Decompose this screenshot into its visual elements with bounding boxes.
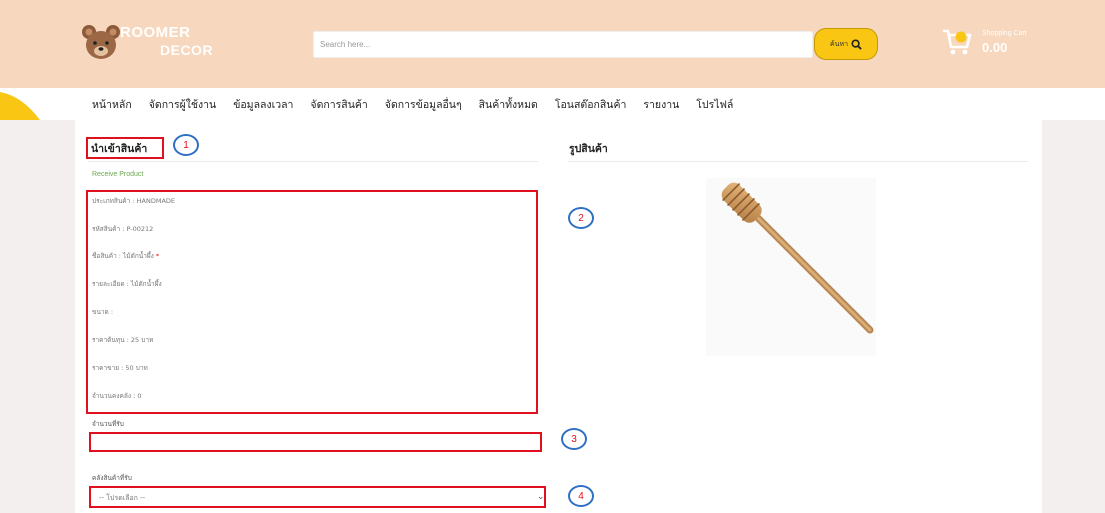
annotation-badge-3: 3	[561, 428, 587, 450]
annotation-box-2	[86, 190, 538, 414]
search-button-label: ค้นหา	[829, 40, 848, 48]
field-size: ขนาด :	[92, 308, 114, 316]
cart-icon	[943, 29, 972, 55]
nav-item-home[interactable]: หน้าหลัก	[92, 96, 132, 113]
product-image	[706, 178, 876, 356]
search-button[interactable]: ค้นหา	[814, 28, 878, 60]
field-sale-price: ราคาขาย : 50 บาท	[92, 364, 148, 372]
title-divider	[88, 161, 538, 162]
nav-item-stock-transfer[interactable]: โอนสต๊อกสินค้า	[555, 96, 627, 113]
shopping-cart[interactable]: Shopping Cart 0.00	[940, 25, 1050, 65]
annotation-badge-2: 2	[568, 207, 594, 229]
required-mark: *	[155, 252, 160, 260]
brand-line-2: DECOR	[160, 42, 214, 58]
field-category: ประเภทสินค้า : HANDMADE	[92, 197, 175, 205]
brand-line-1: ROOMER	[120, 24, 191, 41]
honey-dipper-image	[721, 182, 874, 334]
annotation-badge-4: 4	[568, 485, 594, 507]
annotation-badge-1: 1	[173, 134, 199, 156]
cart-label: Shopping Cart	[982, 30, 1027, 37]
search-input[interactable]: Search here...	[313, 31, 813, 58]
logo[interactable]: ROOMER DECOR	[80, 22, 240, 66]
image-section-title: รูปสินค้า	[569, 143, 608, 155]
nav-item-users[interactable]: จัดการผู้ใช้งาน	[149, 96, 216, 113]
field-product-name-text: ชื่อสินค้า : ไม้ตักน้ำผึ้ง	[92, 252, 154, 260]
nav-item-timesheet[interactable]: ข้อมูลลงเวลา	[233, 96, 293, 113]
bear-logo-icon	[82, 25, 120, 59]
image-title-divider	[568, 161, 1028, 162]
field-stock-count: จำนวนคงคลัง : 0	[92, 392, 142, 400]
nav-item-other-data[interactable]: จัดการข้อมูลอื่นๆ	[385, 96, 462, 113]
cart-total: 0.00	[982, 40, 1008, 55]
chevron-down-icon: ⌄	[537, 492, 545, 502]
field-product-name: ชื่อสินค้า : ไม้ตักน้ำผึ้ง *	[92, 251, 159, 261]
nav-item-profile[interactable]: โปรไฟล์	[696, 96, 733, 113]
nav-accent-decoration	[0, 92, 40, 120]
quantity-label: จำนวนที่รับ	[92, 420, 124, 428]
search-icon	[851, 38, 862, 50]
field-product-code: รหัสสินค้า : P-00212	[92, 225, 154, 233]
field-description: รายละเอียด : ไม้ตักน้ำผึ้ง	[92, 280, 162, 288]
warehouse-label: คลังสินค้าที่รับ	[92, 474, 132, 482]
annotation-box-1	[86, 137, 164, 159]
nav-items: หน้าหลัก จัดการผู้ใช้งาน ข้อมูลลงเวลา จั…	[92, 96, 750, 113]
nav-item-products[interactable]: จัดการสินค้า	[310, 96, 367, 113]
nav-item-all-products[interactable]: สินค้าทั้งหมด	[479, 96, 538, 113]
field-cost-price: ราคาต้นทุน : 25 บาท	[92, 336, 154, 344]
warehouse-select[interactable]: -- โปรดเลือก --	[89, 486, 546, 508]
header: ROOMER DECOR Search here... ค้นหา Shoppi…	[0, 0, 1105, 88]
quantity-input[interactable]	[89, 432, 542, 452]
nav-item-reports[interactable]: รายงาน	[643, 96, 679, 113]
page-subtitle: Receive Product	[92, 171, 144, 178]
